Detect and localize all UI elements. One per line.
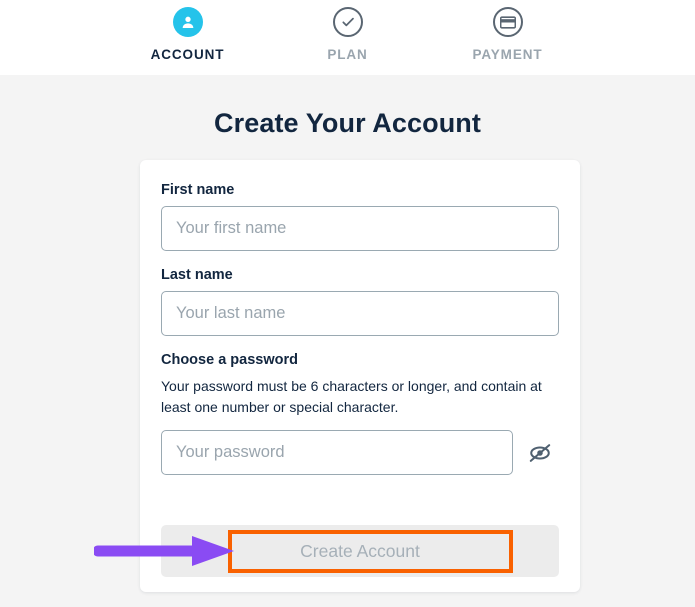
password-label: Choose a password [161,352,298,368]
password-input-row [161,430,559,476]
first-name-input[interactable] [161,206,559,251]
password-help-text: Your password must be 6 characters or lo… [161,378,542,415]
step-payment[interactable]: PAYMENT [428,0,588,62]
submit-bar: Create Account [161,525,559,577]
eye-slash-icon[interactable] [522,434,559,472]
last-name-label: Last name [161,267,233,283]
page-title: Create Your Account [214,108,481,138]
progress-stepper: ACCOUNT PLAN PAYMENT [0,0,695,75]
step-label-account: ACCOUNT [150,47,225,62]
last-name-input[interactable] [161,291,559,336]
step-label-plan: PLAN [327,47,368,62]
step-account[interactable]: ACCOUNT [108,0,268,62]
password-field-group: Choose a password Your password must be … [161,352,559,476]
credit-card-icon [492,7,523,37]
check-circle-icon [332,7,363,37]
first-name-label: First name [161,182,235,198]
step-plan[interactable]: PLAN [268,0,428,62]
password-input[interactable] [161,430,513,476]
create-account-button[interactable]: Create Account [161,525,559,577]
last-name-field-group: Last name [161,267,559,336]
user-icon [172,7,203,37]
step-label-payment: PAYMENT [472,47,543,62]
first-name-field-group: First name [161,182,559,251]
